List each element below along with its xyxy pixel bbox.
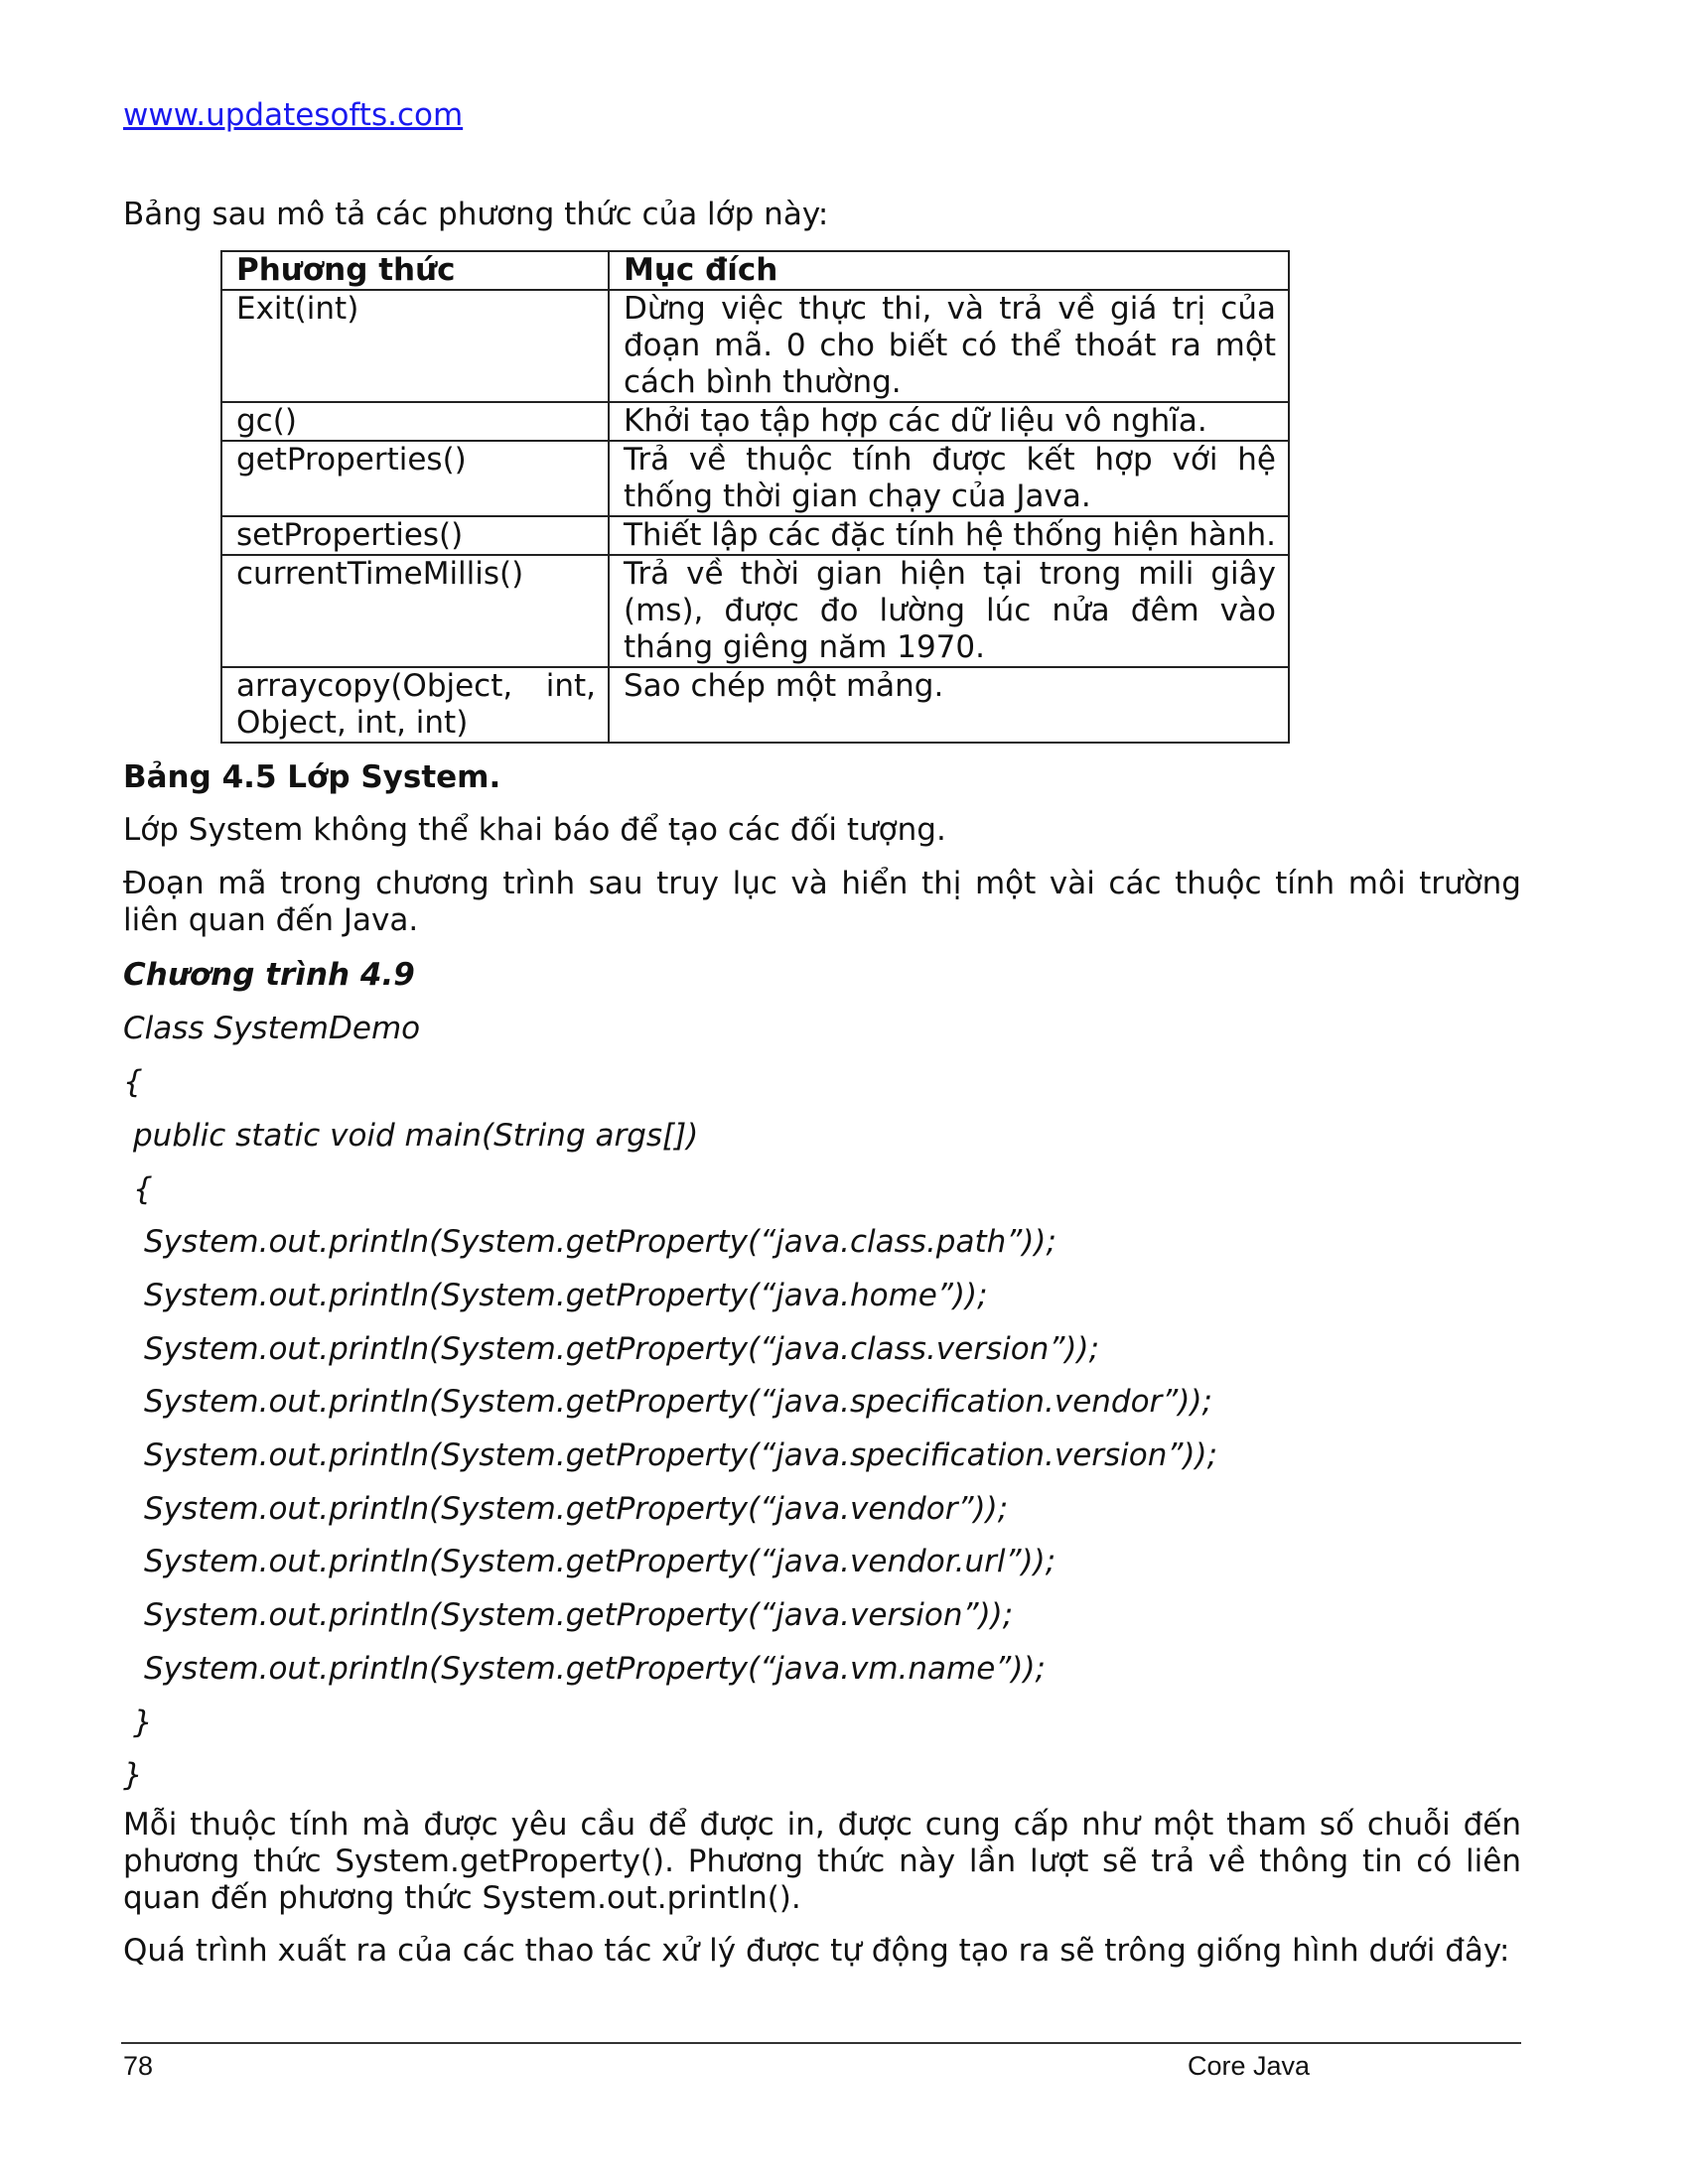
method-cell: gc(): [220, 401, 610, 442]
paragraph: Quá trình xuất ra của các thao tác xử lý…: [123, 1933, 1510, 1969]
methods-table-container: Phương thức Mục đích Exit(int) Dừng việc…: [220, 250, 1290, 744]
code-line: }: [133, 1705, 153, 1740]
footer-divider: [121, 2042, 1521, 2044]
code-line: Class SystemDemo: [123, 1011, 421, 1046]
method-cell: Exit(int): [220, 289, 610, 403]
code-line: public static void main(String args[]): [133, 1118, 699, 1154]
code-line: System.out.println(System.getProperty(“j…: [144, 1384, 1212, 1420]
code-line: System.out.println(System.getProperty(“j…: [144, 1331, 1100, 1367]
paragraph: Đoạn mã trong chương trình sau truy lục …: [123, 866, 1521, 938]
code-line: System.out.println(System.getProperty(“j…: [144, 1651, 1046, 1687]
table-row: currentTimeMillis() Trả về thời gian hiệ…: [220, 554, 1290, 668]
code-line: System.out.println(System.getProperty(“j…: [144, 1224, 1056, 1260]
table-row: Exit(int) Dừng việc thực thi, và trả về …: [220, 289, 1290, 403]
paragraph: Mỗi thuộc tính mà được yêu cầu để được i…: [123, 1807, 1521, 1916]
purpose-cell: Trả về thuộc tính được kết hợp với hệ th…: [608, 440, 1290, 517]
code-line: }: [123, 1757, 143, 1793]
code-line: {: [123, 1064, 143, 1100]
page-number: 78: [123, 2051, 154, 2081]
code-line: System.out.println(System.getProperty(“j…: [144, 1278, 988, 1313]
method-cell: setProperties(): [220, 515, 610, 556]
program-title: Chương trình 4.9: [123, 957, 415, 993]
table-row: setProperties() Thiết lập các đặc tính h…: [220, 515, 1290, 556]
table-row: getProperties() Trả về thuộc tính được k…: [220, 440, 1290, 517]
methods-table: Phương thức Mục đích Exit(int) Dừng việc…: [220, 250, 1290, 744]
purpose-cell: Dừng việc thực thi, và trả về giá trị củ…: [608, 289, 1290, 403]
document-page: www.updatesofts.com Bảng sau mô tả các p…: [0, 0, 1688, 2184]
table-row: arraycopy(Object, int, Object, int, int)…: [220, 666, 1290, 744]
purpose-cell: Sao chép một mảng.: [608, 666, 1290, 744]
code-line: {: [133, 1171, 153, 1207]
intro-paragraph: Bảng sau mô tả các phương thức của lớp n…: [123, 197, 829, 232]
paragraph: Lớp System không thể khai báo để tạo các…: [123, 812, 946, 848]
code-line: System.out.println(System.getProperty(“j…: [144, 1491, 1009, 1527]
code-line: System.out.println(System.getProperty(“j…: [144, 1544, 1056, 1579]
code-line: System.out.println(System.getProperty(“j…: [144, 1597, 1014, 1633]
column-header-method: Phương thức: [220, 250, 610, 291]
table-caption: Bảng 4.5 Lớp System.: [123, 759, 501, 795]
column-header-purpose: Mục đích: [608, 250, 1290, 291]
table-header-row: Phương thức Mục đích: [220, 250, 1290, 291]
website-link[interactable]: www.updatesofts.com: [123, 97, 463, 133]
method-cell: arraycopy(Object, int, Object, int, int): [220, 666, 610, 744]
footer-book-title: Core Java: [1188, 2051, 1311, 2081]
purpose-cell: Khởi tạo tập hợp các dữ liệu vô nghĩa.: [608, 401, 1290, 442]
method-cell: currentTimeMillis(): [220, 554, 610, 668]
purpose-cell: Thiết lập các đặc tính hệ thống hiện hàn…: [608, 515, 1290, 556]
table-row: gc() Khởi tạo tập hợp các dữ liệu vô ngh…: [220, 401, 1290, 442]
purpose-cell: Trả về thời gian hiện tại trong mili giâ…: [608, 554, 1290, 668]
code-line: System.out.println(System.getProperty(“j…: [144, 1437, 1218, 1473]
method-cell: getProperties(): [220, 440, 610, 517]
